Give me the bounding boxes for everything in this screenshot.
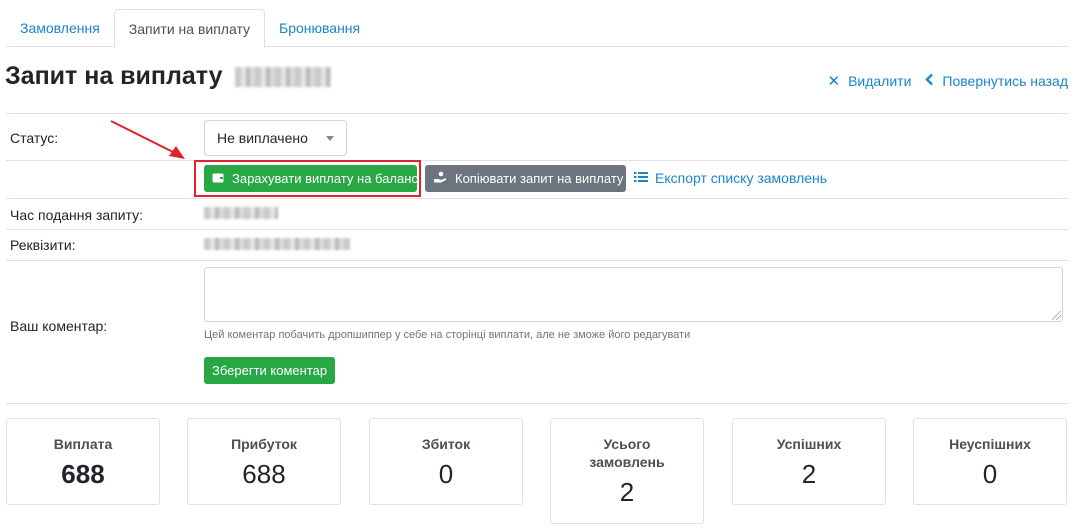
- export-orders-label: Експорт списку замовлень: [655, 170, 828, 186]
- submit-time-row: Час подання запиту:: [6, 198, 1068, 229]
- annotation-arrow-icon: [110, 120, 185, 159]
- comment-row: Ваш коментар: Цей коментар побачить дроп…: [6, 260, 1068, 404]
- back-link[interactable]: Повернутись назад: [925, 72, 1068, 90]
- copy-request-label: Копіювати запит на виплату: [455, 171, 624, 186]
- tab-bar: Замовлення Запити на виплату Бронювання: [6, 9, 1068, 48]
- copy-request-button[interactable]: Копіювати запит на виплату: [425, 165, 626, 192]
- back-label: Повернутись назад: [942, 73, 1068, 89]
- stat-card-unsuccessful: Неуспішних 0: [913, 418, 1067, 505]
- comment-textarea[interactable]: [204, 267, 1063, 322]
- status-label: Статус:: [10, 130, 59, 146]
- comment-hint: Цей коментар побачить дропшиппер у себе …: [204, 329, 691, 341]
- wallet-icon: [212, 171, 224, 186]
- page-title: Запит на виплату: [5, 62, 331, 91]
- stat-value: 688: [61, 459, 105, 489]
- hand-coin-icon: [433, 171, 447, 186]
- stat-title: Прибуток: [231, 436, 297, 452]
- delete-link[interactable]: ✕ Видалити: [827, 72, 911, 90]
- list-icon: [634, 170, 648, 186]
- close-icon: ✕: [827, 73, 841, 90]
- stat-title: Виплата: [53, 436, 113, 452]
- stat-title: Неуспішних: [949, 436, 1031, 452]
- stat-value: 2: [619, 477, 635, 507]
- save-comment-button[interactable]: Зберегти коментар: [204, 357, 336, 384]
- chevron-down-icon: [326, 136, 334, 141]
- stat-value: 688: [242, 459, 286, 489]
- chevron-left-icon: [925, 73, 934, 90]
- tab-payout-requests[interactable]: Запити на виплату: [113, 9, 266, 48]
- export-orders-link[interactable]: Експорт списку замовлень: [634, 170, 827, 186]
- status-select-value: Не виплачено: [217, 130, 308, 146]
- redacted-request-id: [234, 66, 331, 87]
- tab-bookings[interactable]: Бронювання: [265, 9, 374, 47]
- stat-title: Успішних: [776, 436, 842, 452]
- requisites-row: Реквізити:: [6, 229, 1068, 260]
- page-title-text: Запит на виплату: [5, 62, 223, 90]
- submit-time-label: Час подання запиту:: [10, 207, 144, 223]
- status-select[interactable]: Не виплачено: [204, 120, 347, 156]
- stat-value: 0: [982, 459, 998, 489]
- header-actions: ✕ Видалити Повернутись назад: [827, 72, 1068, 90]
- stat-title: Збиток: [421, 436, 471, 452]
- tab-orders[interactable]: Замовлення: [6, 9, 114, 47]
- buttons-row: Зарахувати виплату на баланс Копіювати з…: [6, 160, 1068, 198]
- stat-value: 0: [438, 459, 454, 489]
- requisites-label: Реквізити:: [10, 237, 76, 253]
- stat-card-total-orders: Усього замовлень 2: [550, 418, 704, 524]
- credit-balance-label: Зарахувати виплату на баланс: [232, 171, 418, 186]
- resize-handle-icon[interactable]: [1052, 311, 1061, 320]
- redacted-requisites: [204, 238, 350, 250]
- credit-balance-button[interactable]: Зарахувати виплату на баланс: [204, 165, 418, 192]
- stat-card-profit: Прибуток 688: [187, 418, 341, 505]
- comment-label: Ваш коментар:: [10, 318, 108, 334]
- stat-value: 2: [801, 459, 817, 489]
- redacted-submit-time: [204, 207, 278, 219]
- stat-title: Усього замовлень: [589, 436, 665, 470]
- stat-card-payout: Виплата 688: [6, 418, 160, 505]
- delete-label: Видалити: [848, 73, 912, 89]
- stat-card-successful: Успішних 2: [732, 418, 886, 505]
- stat-card-loss: Збиток 0: [369, 418, 523, 505]
